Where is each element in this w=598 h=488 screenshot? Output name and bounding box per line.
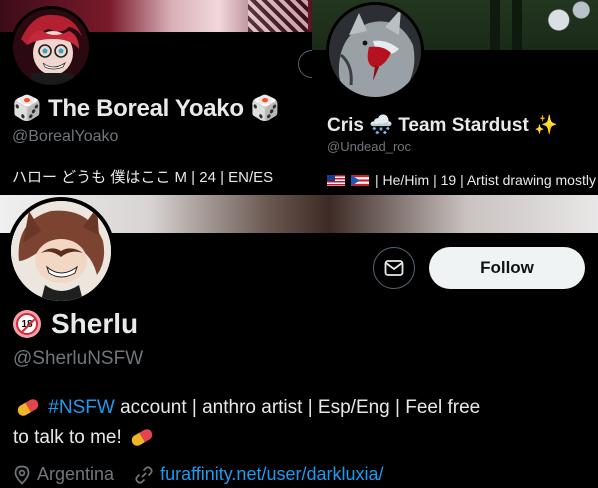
cloud-snow-icon: 🌨️ [369,115,393,136]
more-options-button[interactable] [298,50,312,78]
profile-card-cris: Cris 🌨️ Team Stardust ✨ @Undead_roc | He… [312,0,598,195]
puerto-rico-flag-icon [351,174,369,186]
display-name-text: Sherlu [51,308,139,339]
website-link[interactable]: furaffinity.net/user/darkluxia/ [160,464,383,485]
pill-icon [15,397,41,419]
follow-button[interactable]: Follow [429,247,585,289]
display-name: 18 Sherlu [13,308,138,340]
banner-pattern [248,0,308,32]
bio-text: | He/Him | 19 | Artist drawing mostly [375,172,596,188]
avatar[interactable] [10,6,92,88]
display-name: 🎲 The Boreal Yoako 🎲 [12,94,280,123]
profile-card-boreal-yoako: 🎲 The Boreal Yoako 🎲 @BorealYoako ハロー どう… [0,0,312,195]
avatar-illustration [329,5,421,97]
mail-icon [384,260,404,276]
avatar-illustration [11,201,111,301]
die-icon: 🎲 [250,95,280,122]
username-handle: @BorealYoako [12,128,119,145]
banner-tree [512,0,522,50]
pill-icon [129,427,155,449]
banner-figure [542,0,598,50]
display-name-text: Cris [327,115,364,136]
bio-text: account | anthro artist | Esp/Eng | Feel… [120,397,481,418]
avatar[interactable] [326,2,424,100]
hashtag-link[interactable]: #NSFW [48,397,115,418]
no-under-18-icon: 18 [13,310,41,338]
us-flag-icon [327,174,345,186]
avatar-illustration [13,9,89,85]
location-text: Argentina [37,464,115,484]
sparkles-icon: ✨ [534,115,558,136]
display-name: Cris 🌨️ Team Stardust ✨ [327,113,558,137]
link-icon [135,465,153,484]
bio-text: to talk to me! [13,427,122,448]
banner-tree [490,0,500,50]
profile-card-sherlu: Follow 18 Sherlu @SherluNSFW #NSFW accou… [0,195,598,488]
bio: ハロー どうも 僕はここ M | 24 | EN/ES [12,169,274,186]
die-icon: 🎲 [12,95,42,122]
bio: | He/Him | 19 | Artist drawing mostly [327,172,596,188]
bio: #NSFW account | anthro artist | Esp/Eng … [13,393,588,453]
message-button[interactable] [373,247,415,289]
location-pin-icon [14,465,30,485]
display-name-text: The Boreal Yoako [47,95,244,122]
username-handle: @Undead_roc [327,139,412,154]
avatar[interactable] [7,197,115,305]
username-handle: @SherluNSFW [13,348,144,369]
team-name: Team Stardust [398,115,529,136]
profile-meta: Argentina furaffinity.net/user/darkluxia… [13,464,384,485]
